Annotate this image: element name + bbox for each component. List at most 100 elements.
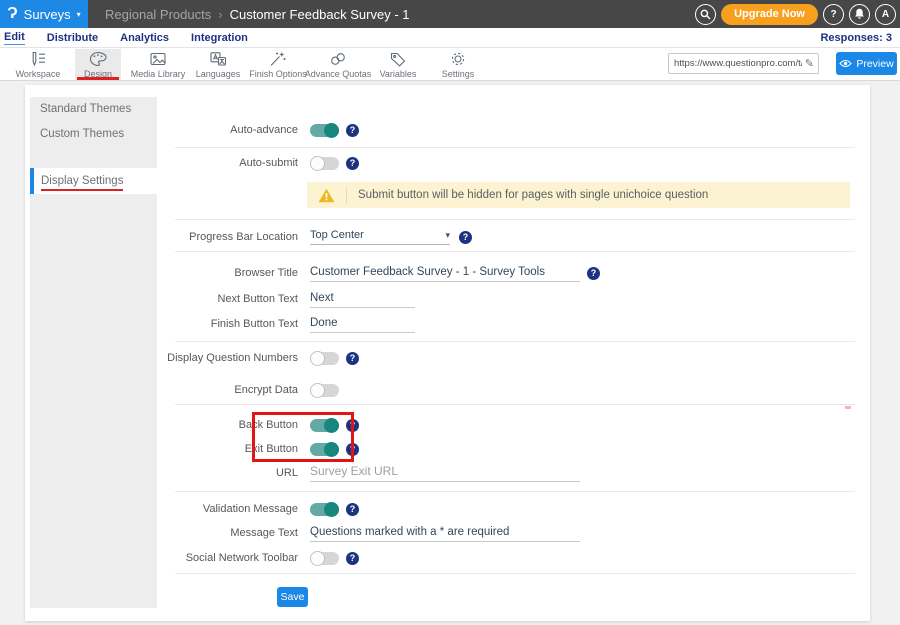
display-question-numbers-row: Display Question Numbers [55,346,359,370]
url-label: URL [55,467,310,479]
validation-message-toggle[interactable] [310,503,339,516]
tab-design[interactable]: Design [68,49,128,80]
auto-submit-toggle[interactable] [310,157,339,170]
questionpro-logo-icon: Ɂ [7,0,17,28]
toggle-knob [324,442,339,457]
exit-button-label: Exit Button [55,443,310,455]
tab-settings[interactable]: Settings [428,49,488,80]
media-library-icon [149,51,167,67]
upgrade-now-button[interactable]: Upgrade Now [721,4,818,25]
finish-button-text-input[interactable] [310,315,415,333]
divider [175,404,855,405]
toggle-knob [310,383,325,398]
browser-title-row: Browser Title [55,261,600,285]
edit-url-pencil-icon[interactable]: ✎ [805,57,818,70]
submit-hidden-warning: Submit button will be hidden for pages w… [307,182,850,208]
top-bar: Ɂ Surveys ▾ Regional Products › Customer… [0,0,900,28]
toggle-knob [310,551,325,566]
account-avatar[interactable]: A [875,4,896,25]
divider [175,147,855,148]
magic-wand-icon [269,51,287,67]
auto-advance-toggle[interactable] [310,124,339,137]
toggle-knob [324,502,339,517]
tag-icon [389,51,407,67]
auto-submit-help-icon[interactable] [346,157,359,170]
toggle-knob [324,418,339,433]
message-text-label: Message Text [55,527,310,539]
browser-title-label: Browser Title [55,267,310,279]
finish-button-text-label: Finish Button Text [55,318,310,330]
active-tab-red-underline [77,77,119,80]
exit-button-row: Exit Button [55,437,359,461]
social-network-toolbar-help-icon[interactable] [346,552,359,565]
gear-icon [449,51,467,67]
nav-tab-edit[interactable]: Edit [4,30,25,45]
chain-links-icon [329,51,347,67]
validation-message-help-icon[interactable] [346,503,359,516]
tab-variables[interactable]: Variables [368,49,428,80]
survey-nav: Edit Distribute Analytics Integration Re… [0,28,900,48]
toggle-knob [310,156,325,171]
auto-submit-row: Auto-submit [55,151,359,175]
design-toolbar: Workspace Design Media Library Languages… [0,48,900,81]
nav-tab-analytics[interactable]: Analytics [120,31,169,45]
product-switcher[interactable]: Ɂ Surveys ▾ [0,0,88,28]
validation-message-label: Validation Message [55,503,310,515]
breadcrumb-separator-icon: › [218,7,222,22]
exit-button-help-icon[interactable] [346,443,359,456]
survey-url-field: ✎ [668,53,819,74]
breadcrumb-parent[interactable]: Regional Products [105,7,211,22]
browser-title-input[interactable] [310,264,580,282]
nav-tab-distribute[interactable]: Distribute [47,31,98,45]
message-text-row: Message Text [55,521,580,545]
help-menu-button[interactable]: ? [823,4,844,25]
encrypt-data-row: Encrypt Data [55,378,339,402]
progress-bar-location-row: Progress Bar Location Top Center ▾ [55,225,472,249]
survey-exit-url-input[interactable] [310,464,580,482]
search-button[interactable] [695,4,716,25]
progress-bar-help-icon[interactable] [459,231,472,244]
responses-count[interactable]: Responses: 3 [820,32,892,44]
exit-url-row: URL [55,461,580,485]
auto-advance-help-icon[interactable] [346,124,359,137]
social-network-toolbar-row: Social Network Toolbar [55,546,359,570]
divider [175,251,855,252]
tab-media-library[interactable]: Media Library [128,49,188,80]
stray-mark [845,406,851,409]
chevron-down-icon: ▾ [77,10,81,19]
progress-bar-location-label: Progress Bar Location [55,231,310,243]
toggle-knob [324,123,339,138]
nav-tab-integration[interactable]: Integration [191,31,248,45]
back-button-toggle[interactable] [310,419,339,432]
bell-icon [854,8,865,20]
browser-title-help-icon[interactable] [587,267,600,280]
survey-url-input[interactable] [669,58,805,69]
encrypt-data-toggle[interactable] [310,384,339,397]
finish-button-text-row: Finish Button Text [55,312,415,336]
search-icon [700,9,711,20]
tab-workspace[interactable]: Workspace [8,49,68,80]
tab-finish-options[interactable]: Finish Options [248,49,308,80]
tab-languages[interactable]: Languages [188,49,248,80]
message-text-input[interactable] [310,524,580,542]
auto-advance-label: Auto-advance [55,124,310,136]
encrypt-data-label: Encrypt Data [55,384,310,396]
back-button-help-icon[interactable] [346,419,359,432]
divider [175,573,855,574]
next-button-text-label: Next Button Text [55,293,310,305]
topbar-actions: Upgrade Now ? A [695,0,896,28]
notifications-button[interactable] [849,4,870,25]
toggle-knob [310,351,325,366]
eye-icon [839,59,852,68]
preview-button[interactable]: Preview [836,52,897,75]
tab-advance-quotas[interactable]: Advance Quotas [308,49,368,80]
next-button-text-input[interactable] [310,290,415,308]
progress-bar-location-select[interactable]: Top Center ▾ [310,229,450,245]
product-menu-label: Surveys [24,7,71,22]
display-question-numbers-toggle[interactable] [310,352,339,365]
next-button-text-row: Next Button Text [55,287,415,311]
display-question-numbers-help-icon[interactable] [346,352,359,365]
exit-button-toggle[interactable] [310,443,339,456]
social-network-toolbar-toggle[interactable] [310,552,339,565]
save-button[interactable]: Save [277,587,308,607]
